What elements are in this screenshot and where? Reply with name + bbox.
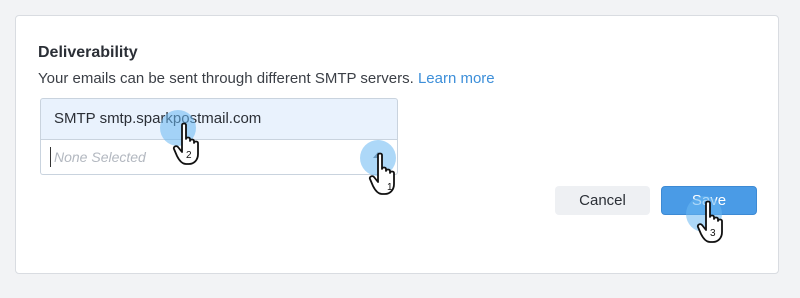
section-title: Deliverability — [38, 44, 138, 61]
learn-more-link[interactable]: Learn more — [418, 70, 495, 87]
smtp-option-sparkpost[interactable]: SMTP smtp.sparkpostmail.com — [40, 98, 398, 140]
text-caret — [50, 147, 51, 167]
deliverability-card: Deliverability Your emails can be sent t… — [15, 15, 779, 274]
smtp-select[interactable]: None Selected — [40, 140, 398, 175]
step-number: 3 — [710, 228, 716, 239]
hand-pointer-icon: 3 — [696, 200, 723, 243]
cancel-button[interactable]: Cancel — [555, 186, 650, 215]
smtp-select-placeholder: None Selected — [54, 149, 146, 165]
step-number: 2 — [186, 150, 192, 161]
hand-pointer-icon: 2 — [172, 122, 199, 165]
hand-pointer-icon: 1 — [368, 152, 395, 195]
step-number: 1 — [387, 182, 393, 193]
section-description: Your emails can be sent through differen… — [38, 70, 495, 87]
description-text: Your emails can be sent through differen… — [38, 70, 414, 87]
